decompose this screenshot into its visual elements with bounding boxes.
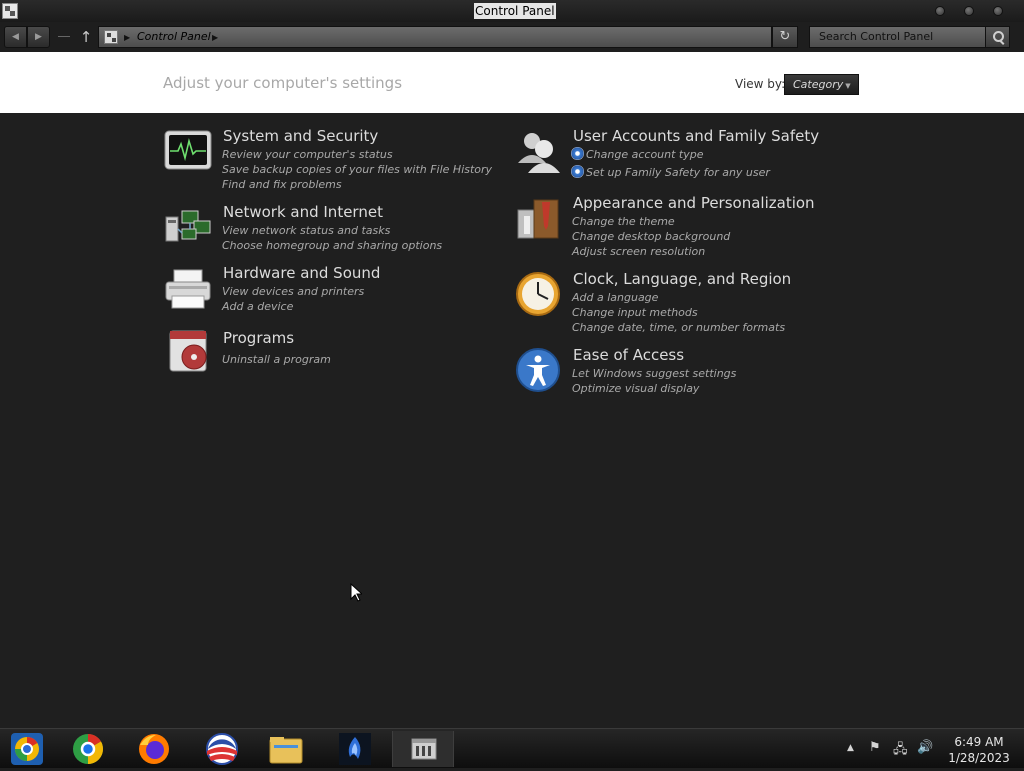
- view-by-label: View by:: [735, 77, 786, 91]
- category-link[interactable]: Review your computer's status: [222, 147, 393, 162]
- view-by-value: Category: [793, 78, 844, 91]
- clock-icon: [516, 272, 560, 316]
- category-link[interactable]: View network status and tasks: [222, 223, 390, 238]
- control-panel-taskbar-button[interactable]: [392, 731, 454, 767]
- window-title: Control Panel: [474, 3, 556, 19]
- category-link[interactable]: Change input methods: [572, 305, 698, 320]
- system-clock[interactable]: 6:49 AM 1/28/2023: [940, 734, 1018, 766]
- maximize-button[interactable]: [964, 6, 974, 16]
- view-by-dropdown[interactable]: Category ▼: [784, 74, 859, 95]
- breadcrumb-control-panel[interactable]: Control Panel: [137, 30, 211, 44]
- search-input[interactable]: Search Control Panel: [809, 26, 985, 48]
- refresh-button[interactable]: ↻: [772, 26, 798, 48]
- search-icon[interactable]: [985, 26, 1010, 48]
- page-header: Adjust your computer's settings View by:…: [0, 52, 1024, 113]
- category-link[interactable]: Change the theme: [572, 214, 675, 229]
- category-title[interactable]: Network and Internet: [223, 203, 383, 221]
- uac-shield-icon: [571, 165, 584, 178]
- control-panel-icon: [104, 30, 118, 44]
- action-center-flag-icon[interactable]: ⚑: [869, 740, 881, 755]
- forward-button[interactable]: ▶: [27, 26, 50, 48]
- minimize-button[interactable]: [935, 6, 945, 16]
- category-link[interactable]: Adjust screen resolution: [572, 244, 705, 259]
- category-link[interactable]: Change desktop background: [572, 229, 730, 244]
- up-arrow-icon[interactable]: ↑: [78, 27, 94, 47]
- chrome-canary-icon[interactable]: [6, 731, 48, 767]
- category-link[interactable]: Change date, time, or number formats: [572, 320, 785, 335]
- back-button[interactable]: ◀: [4, 26, 27, 48]
- page-title: Adjust your computer's settings: [163, 74, 403, 92]
- category-link[interactable]: Choose homegroup and sharing options: [222, 238, 442, 253]
- category-link[interactable]: Set up Family Safety for any user: [571, 165, 770, 180]
- close-button[interactable]: [993, 6, 1003, 16]
- category-link[interactable]: Optimize visual display: [572, 381, 699, 396]
- ease-of-access-icon: [516, 348, 560, 392]
- category-link[interactable]: Let Windows suggest settings: [572, 366, 736, 381]
- category-title[interactable]: Hardware and Sound: [223, 264, 380, 282]
- category-title[interactable]: User Accounts and Family Safety: [573, 127, 819, 145]
- printer-icon: [165, 269, 211, 309]
- chrome-icon[interactable]: [66, 731, 110, 767]
- category-grid: System and Security Review your computer…: [0, 113, 1024, 728]
- breadcrumb-arrow-icon[interactable]: ▶: [212, 31, 218, 45]
- mouse-cursor-icon: [350, 583, 362, 602]
- category-link[interactable]: Change account type: [571, 147, 704, 162]
- clock-time: 6:49 AM: [954, 735, 1004, 749]
- category-link[interactable]: Save backup copies of your files with Fi…: [222, 162, 492, 177]
- category-link[interactable]: View devices and printers: [222, 284, 364, 299]
- file-explorer-icon[interactable]: [264, 731, 308, 767]
- show-hidden-icons-button[interactable]: ▲: [847, 743, 854, 753]
- programs-icon: [169, 330, 207, 372]
- network-icon[interactable]: 🖧: [893, 740, 908, 762]
- category-title[interactable]: System and Security: [223, 127, 378, 145]
- volume-icon[interactable]: 🔊: [917, 740, 933, 755]
- title-bar: Control Panel: [0, 0, 1024, 22]
- blue-flame-app-icon[interactable]: [336, 731, 374, 767]
- category-title[interactable]: Programs: [223, 329, 294, 347]
- chevron-down-icon: ▼: [845, 82, 851, 90]
- system-security-icon: [164, 130, 212, 170]
- control-panel-app-icon[interactable]: [2, 3, 18, 19]
- recent-locations-divider: [58, 36, 70, 37]
- users-icon: [518, 133, 560, 173]
- network-internet-icon: [165, 210, 211, 242]
- address-bar[interactable]: ▶ Control Panel ▶: [98, 26, 772, 48]
- obama-logo-icon[interactable]: [200, 731, 244, 767]
- category-link[interactable]: Find and fix problems: [222, 177, 342, 192]
- taskbar: ▲ ⚑ 🖧 🔊 6:49 AM 1/28/2023: [0, 728, 1024, 768]
- breadcrumb-arrow-icon[interactable]: ▶: [124, 31, 130, 45]
- category-title[interactable]: Ease of Access: [573, 346, 684, 364]
- uac-shield-icon: [571, 147, 584, 160]
- category-title[interactable]: Appearance and Personalization: [573, 194, 815, 212]
- navigation-bar: ◀ ▶ ↑ ▶ Control Panel ▶ ↻ Search Control…: [0, 22, 1024, 52]
- firefox-icon[interactable]: [132, 731, 176, 767]
- category-link[interactable]: Add a language: [572, 290, 658, 305]
- category-link[interactable]: Uninstall a program: [222, 352, 331, 367]
- clock-date: 1/28/2023: [948, 751, 1010, 765]
- appearance-icon: [517, 199, 559, 239]
- category-title[interactable]: Clock, Language, and Region: [573, 270, 791, 288]
- category-link[interactable]: Add a device: [222, 299, 293, 314]
